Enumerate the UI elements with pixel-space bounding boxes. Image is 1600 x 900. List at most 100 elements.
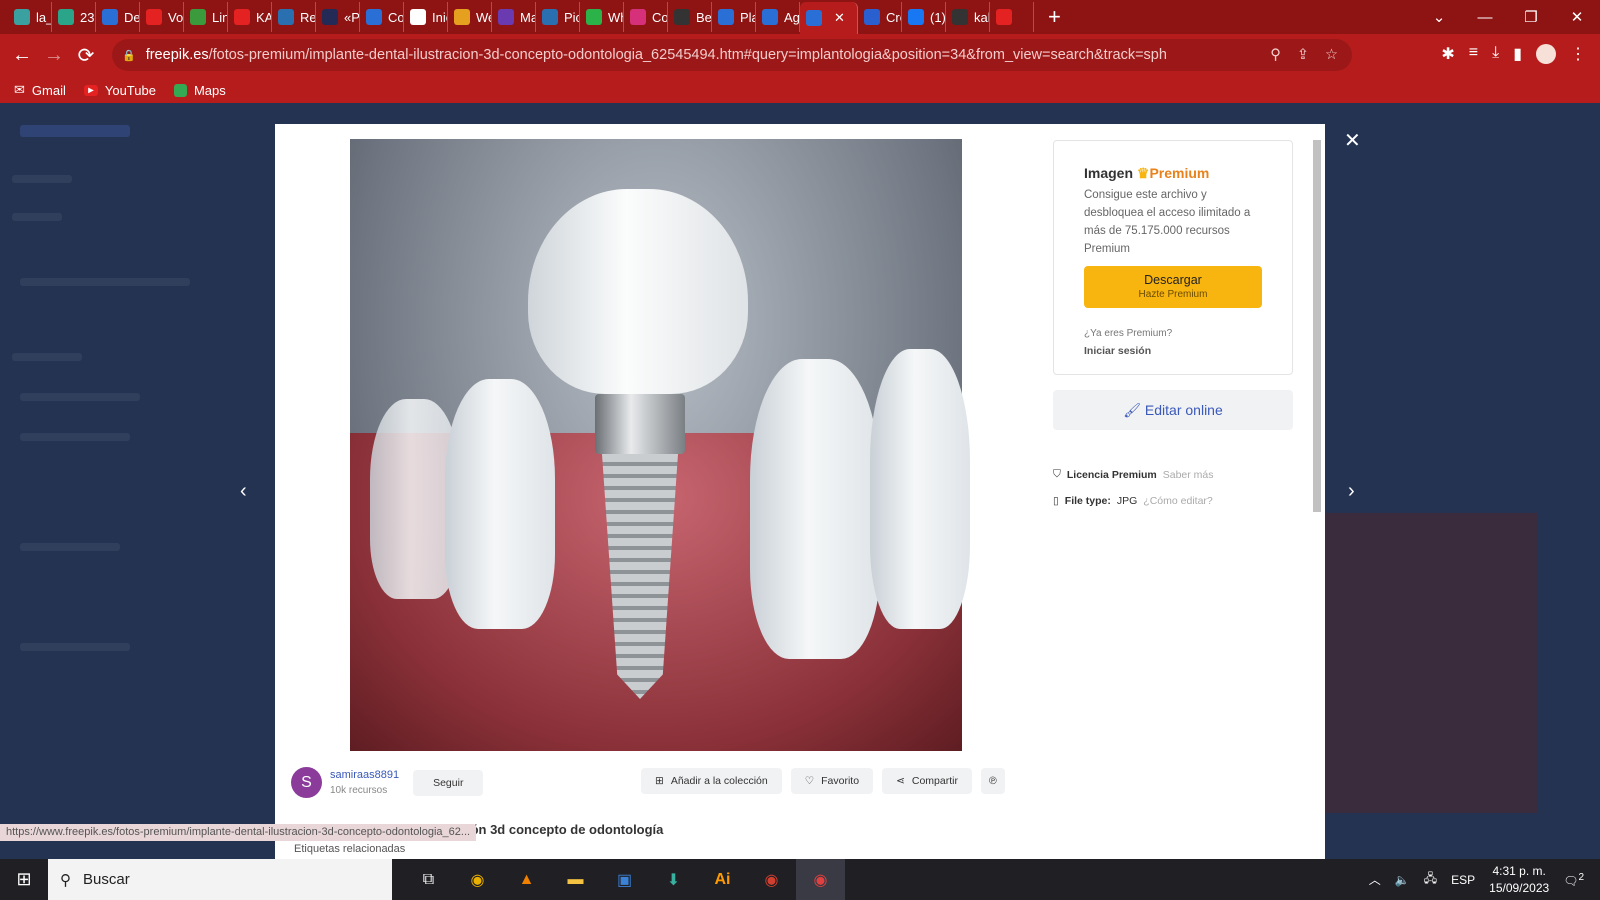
how-to-edit-link[interactable]: ¿Cómo editar? <box>1143 495 1212 507</box>
browser-tab[interactable]: Coi <box>624 2 668 32</box>
collection-label: Añadir a la colección <box>670 775 768 787</box>
browser-tab[interactable]: Des <box>96 2 140 32</box>
time: 4:31 p. m. <box>1492 863 1546 878</box>
minimize-button[interactable]: — <box>1462 9 1508 26</box>
back-icon[interactable]: ← <box>6 44 38 67</box>
tab-favicon-icon <box>322 9 338 25</box>
browser-tab[interactable]: Inic <box>404 2 448 32</box>
related-tags-label: Etiquetas relacionadas <box>290 842 410 856</box>
browser-tab[interactable]: Bea <box>668 2 712 32</box>
scrollbar-thumb[interactable] <box>1313 140 1321 512</box>
reload-icon[interactable]: ⟳ <box>70 43 102 68</box>
network-icon[interactable]: 🖧 <box>1424 869 1437 890</box>
edit-online-button[interactable]: 🖌 Editar online <box>1053 390 1293 430</box>
browser-tab[interactable] <box>990 2 1034 32</box>
browser-tab[interactable]: 239 <box>52 2 96 32</box>
tab-label: Bea <box>696 9 712 25</box>
clock[interactable]: 4:31 p. m. 15/09/2023 <box>1489 863 1549 897</box>
favorite-button[interactable]: ♡ Favorito <box>790 768 874 794</box>
lock-icon: 🔒 <box>122 49 136 62</box>
pinterest-button[interactable]: ℗ <box>980 768 1005 794</box>
browser-tab[interactable]: Col <box>360 2 404 32</box>
tab-search-icon[interactable]: ⌄ <box>1416 8 1462 26</box>
share-icon: ⋖ <box>896 775 905 787</box>
bookmark-maps[interactable]: Maps <box>173 83 226 98</box>
illustrator-icon[interactable]: Ai <box>698 859 747 900</box>
file-explorer-icon[interactable]: ▬ <box>551 859 600 900</box>
url-input[interactable]: 🔒 freepik.es/fotos-premium/implante-dent… <box>112 39 1352 71</box>
tab-label: Ma <box>520 9 535 25</box>
close-window-button[interactable]: ✕ <box>1554 8 1600 26</box>
status-bar-url: https://www.freepik.es/fotos-premium/imp… <box>0 824 477 841</box>
browser-tab[interactable]: (1) <box>902 2 946 32</box>
download-label: Descargar <box>1144 273 1202 287</box>
browser-tab[interactable]: Pla <box>712 2 756 32</box>
address-bar-row: ← → ⟳ 🔒 freepik.es/fotos-premium/implant… <box>0 34 1600 77</box>
browser-tab[interactable]: Cre <box>858 2 902 32</box>
filetype-info: ▯ File type: JPG ¿Cómo editar? <box>1053 495 1213 507</box>
chevron-up-icon[interactable]: ︿ <box>1369 871 1381 888</box>
browser-tab[interactable]: Wh <box>580 2 624 32</box>
close-tab-icon[interactable]: ✕ <box>834 10 845 26</box>
windows-start-icon[interactable]: ⊞ <box>0 869 48 890</box>
vlc-icon[interactable]: ▲ <box>502 859 551 900</box>
app-icon[interactable]: ▣ <box>600 859 649 900</box>
forward-icon[interactable]: → <box>38 44 70 67</box>
new-tab-button[interactable]: + <box>1048 4 1061 30</box>
volume-icon[interactable]: 🔈 <box>1395 873 1410 887</box>
browser-tab[interactable]: kal <box>946 2 990 32</box>
browser-tab[interactable]: We <box>448 2 492 32</box>
tab-strip: la_t 239 Des Voc Lin KA Rev «Pc Col Inic We Ma Pic Wh… <box>0 0 1600 34</box>
tab-label: Cre <box>886 9 901 25</box>
star-icon[interactable]: ☆ <box>1325 47 1338 63</box>
license-link[interactable]: Saber más <box>1163 469 1214 481</box>
download-icon[interactable]: ⤓ <box>1492 44 1499 64</box>
close-modal-icon[interactable]: ✕ <box>1344 128 1361 153</box>
tab-label: kal <box>974 9 990 25</box>
taskbar-search[interactable]: ⚲ Buscar <box>48 859 392 900</box>
language-indicator[interactable]: ESP <box>1451 873 1475 887</box>
tab-favicon-icon <box>102 9 118 25</box>
zoom-icon[interactable]: ⚲ <box>1270 47 1281 63</box>
extensions-icon[interactable]: ✱ <box>1441 44 1454 64</box>
share-icon[interactable]: ⇪ <box>1297 47 1309 63</box>
login-link[interactable]: Iniciar sesión <box>1084 345 1262 357</box>
share-button[interactable]: ⋖ Compartir <box>882 768 972 794</box>
tab-favicon-icon <box>454 9 470 25</box>
bookmark-youtube[interactable]: ▸ YouTube <box>83 82 156 98</box>
browser-tab[interactable]: Rev <box>272 2 316 32</box>
next-arrow-icon[interactable]: › <box>1348 480 1355 503</box>
browser-tab[interactable]: Lin <box>184 2 228 32</box>
task-view-icon[interactable]: ⧉ <box>404 859 453 900</box>
tab-favicon-icon <box>718 9 734 25</box>
download-button[interactable]: Descargar Hazte Premium <box>1084 266 1262 308</box>
browser-tab[interactable]: Ag <box>756 2 800 32</box>
browser-tab[interactable]: «Pc <box>316 2 360 32</box>
add-to-collection-button[interactable]: ⊞ Añadir a la colección <box>641 768 782 794</box>
chrome-icon[interactable]: ◉ <box>453 859 502 900</box>
tab-label: Des <box>124 9 140 25</box>
menu-icon[interactable]: ⋮ <box>1570 44 1586 64</box>
favorite-label: Favorito <box>821 775 860 787</box>
browser-tab[interactable]: Pic <box>536 2 580 32</box>
bookmark-gmail[interactable]: ✉ Gmail <box>14 82 66 98</box>
browser-tab[interactable]: ✕ <box>800 2 858 34</box>
media-icon[interactable]: ≡ <box>1469 44 1478 64</box>
notifications-icon[interactable]: 🗨2 <box>1563 872 1584 888</box>
author-name[interactable]: samiraas8891 <box>330 769 399 781</box>
system-tray: ︿ 🔈 🖧 ESP 4:31 p. m. 15/09/2023 🗨2 <box>1369 859 1600 900</box>
bookmark-label: YouTube <box>104 82 156 98</box>
browser-tab[interactable]: la_t <box>8 2 52 32</box>
browser-tab[interactable]: Ma <box>492 2 536 32</box>
avatar[interactable]: S <box>291 767 322 798</box>
previous-arrow-icon[interactable]: ‹ <box>240 480 247 503</box>
follow-button[interactable]: Seguir <box>413 769 484 796</box>
profile-avatar[interactable] <box>1536 44 1556 64</box>
restore-button[interactable]: ❐ <box>1508 8 1554 26</box>
sidepanel-icon[interactable]: ▮ <box>1513 44 1522 64</box>
installer-icon[interactable]: ⬇ <box>649 859 698 900</box>
browser-tab[interactable]: Voc <box>140 2 184 32</box>
chrome-active-icon[interactable]: ◉ <box>796 859 845 900</box>
chrome-profile-icon[interactable]: ◉ <box>747 859 796 900</box>
browser-tab[interactable]: KA <box>228 2 272 32</box>
